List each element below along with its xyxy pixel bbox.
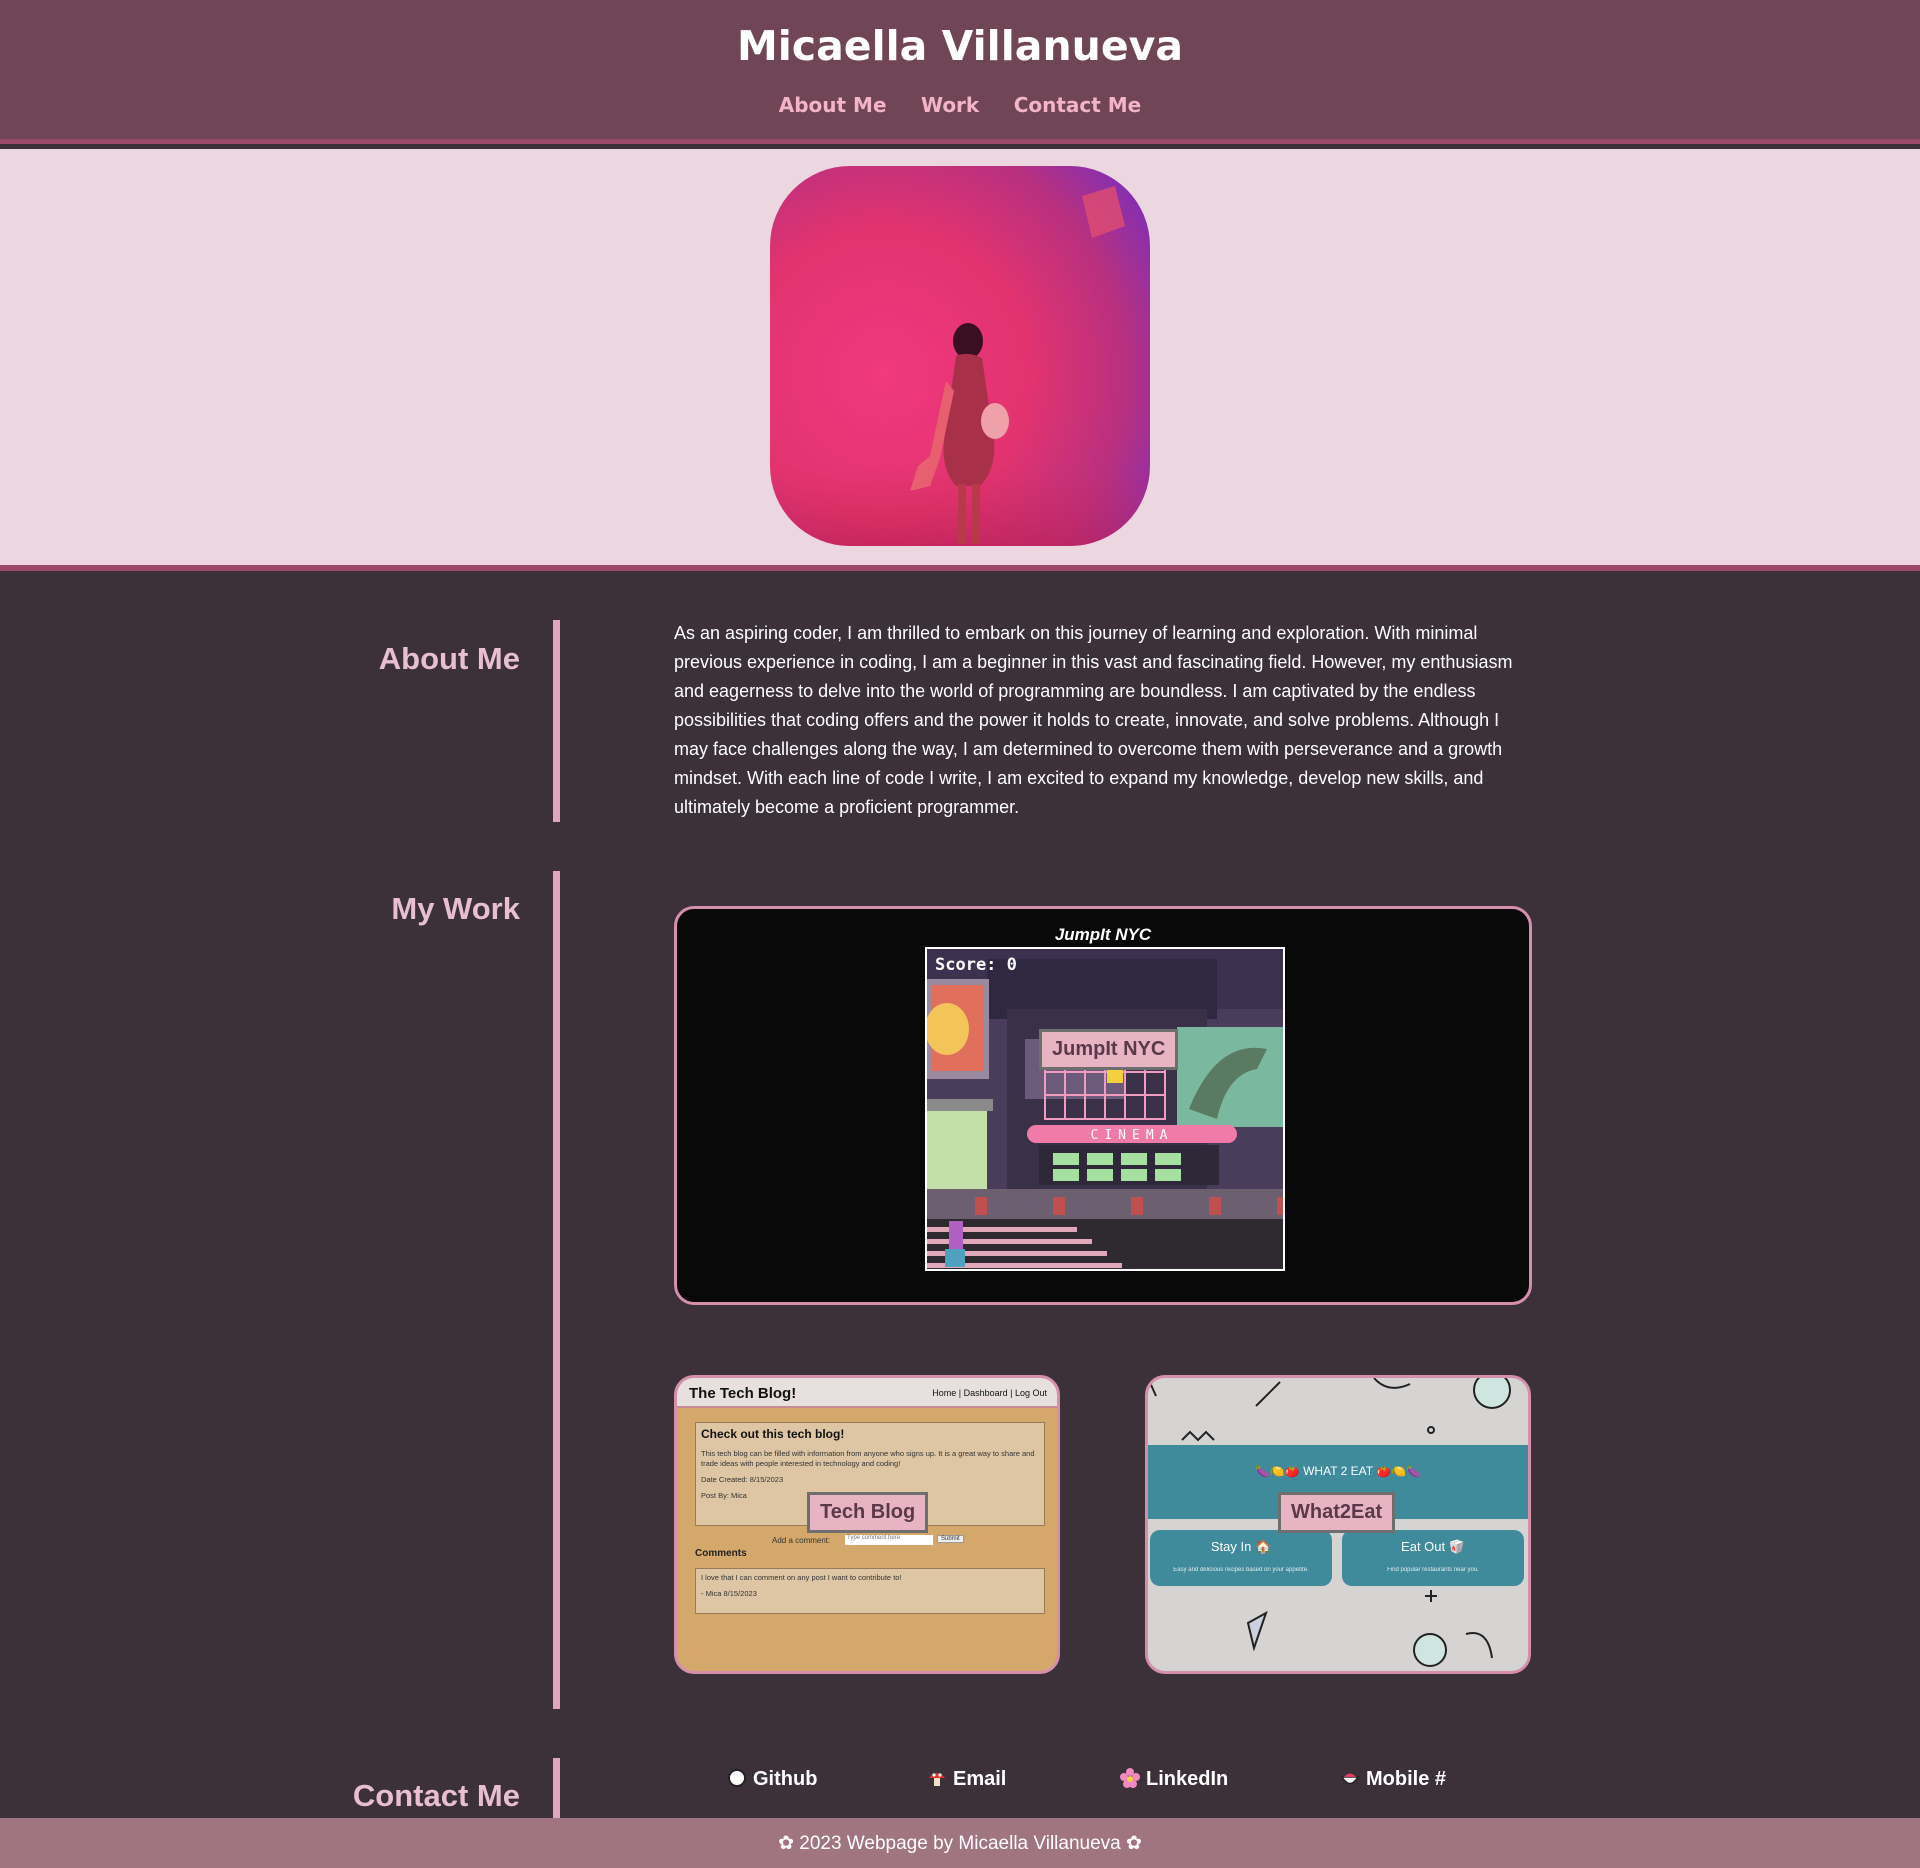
hero-divider bbox=[0, 565, 1920, 571]
contact-label-mobile: Mobile # bbox=[1366, 1768, 1447, 1790]
stay-in-tile: Stay In 🏠 Easy and delicious recipes bas… bbox=[1150, 1530, 1332, 1586]
blog-preview-nav: Home | Dashboard | Log Out bbox=[932, 1388, 1047, 1398]
eat-banner-title: 🍆🍋🍅 WHAT 2 EAT 🍅🍋🍆 bbox=[1254, 1464, 1422, 1478]
stay-in-subtitle: Easy and delicious recipes based on your… bbox=[1173, 1567, 1309, 1573]
site-footer: ✿ 2023 Webpage by Micaella Villanueva ✿ bbox=[0, 1818, 1920, 1868]
contact-link-mobile[interactable]: Mobile # bbox=[1340, 1768, 1446, 1791]
project-card-tech-blog[interactable]: The Tech Blog! Home | Dashboard | Log Ou… bbox=[674, 1375, 1060, 1674]
contact-section-bar bbox=[553, 1758, 560, 1818]
blog-post-title: Check out this tech blog! bbox=[701, 1427, 845, 1441]
project-label-tech-blog: Tech Blog bbox=[807, 1492, 929, 1533]
footer-text: ✿ 2023 Webpage by Micaella Villanueva ✿ bbox=[778, 1833, 1142, 1854]
contact-label-linkedin: LinkedIn bbox=[1146, 1768, 1229, 1790]
nav-link-about[interactable]: About Me bbox=[779, 93, 887, 117]
project-label-what2eat: What2Eat bbox=[1278, 1492, 1396, 1533]
contact-link-email[interactable]: Email bbox=[927, 1768, 1006, 1791]
work-heading: My Work bbox=[391, 891, 520, 926]
site-header: Micaella Villanueva About Me Work Contac… bbox=[0, 0, 1920, 144]
blog-comment-input: Type comment here bbox=[845, 1535, 933, 1545]
cinema-sign: CINEMA bbox=[1091, 1128, 1174, 1143]
work-section-bar bbox=[553, 871, 560, 1709]
flower-icon bbox=[1120, 1768, 1140, 1788]
blog-submit-button: Submit bbox=[937, 1535, 964, 1543]
mushroom-icon bbox=[927, 1768, 947, 1788]
blog-comment-author: - Mica 8/15/2023 bbox=[701, 1589, 757, 1598]
about-heading: About Me bbox=[378, 641, 520, 676]
project-title: JumpIt NYC bbox=[1054, 925, 1152, 944]
contact-link-linkedin[interactable]: LinkedIn bbox=[1120, 1768, 1228, 1791]
blog-preview-title: The Tech Blog! bbox=[689, 1385, 797, 1402]
contact-label-github: Github bbox=[753, 1768, 818, 1790]
site-title: Micaella Villanueva bbox=[736, 22, 1184, 70]
stay-in-title: Stay In 🏠 bbox=[1210, 1539, 1272, 1554]
blog-post-body: This tech blog can be filled with inform… bbox=[701, 1449, 1035, 1468]
game-screenshot: CINEMA Score: 0 JumpIt NYC bbox=[925, 947, 1285, 1271]
game-score: Score: 0 bbox=[935, 955, 1017, 975]
profile-photo bbox=[770, 166, 1150, 546]
nav-link-work[interactable]: Work bbox=[921, 93, 979, 117]
project-card-jumpit[interactable]: JumpIt NYC CINEMA Score: 0 JumpIt NYC bbox=[674, 906, 1532, 1305]
main-nav: About Me Work Contact Me bbox=[0, 93, 1920, 117]
bowl-icon bbox=[1340, 1768, 1360, 1788]
project-card-what2eat[interactable]: 🍆🍋🍅 WHAT 2 EAT 🍅🍋🍆 Stay In 🏠 Easy and de… bbox=[1145, 1375, 1531, 1674]
eat-out-subtitle: Find popular restaurants near you. bbox=[1387, 1567, 1479, 1573]
github-circle-icon bbox=[727, 1768, 747, 1788]
blog-preview-comment: I love that I can comment on any post I … bbox=[695, 1568, 1045, 1614]
blog-comments-label: Comments bbox=[695, 1548, 747, 1559]
contact-link-github[interactable]: Github bbox=[727, 1768, 817, 1791]
blog-preview-header: The Tech Blog! Home | Dashboard | Log Ou… bbox=[677, 1378, 1057, 1408]
blog-post-date: Date Created: 8/15/2023 bbox=[701, 1475, 784, 1484]
project-label-jumpit: JumpIt NYC bbox=[1039, 1029, 1179, 1070]
blog-add-comment-label: Add a comment: bbox=[772, 1536, 831, 1545]
about-section-bar bbox=[553, 620, 560, 822]
nav-link-contact[interactable]: Contact Me bbox=[1014, 93, 1142, 117]
about-text: As an aspiring coder, I am thrilled to e… bbox=[674, 623, 1513, 817]
contact-label-email: Email bbox=[953, 1768, 1007, 1790]
eat-out-tile: Eat Out 🥡 Find popular restaurants near … bbox=[1342, 1530, 1524, 1586]
eat-out-title: Eat Out 🥡 bbox=[1401, 1539, 1465, 1554]
blog-comment-text: I love that I can comment on any post I … bbox=[701, 1573, 902, 1582]
contact-heading: Contact Me bbox=[352, 1778, 520, 1813]
